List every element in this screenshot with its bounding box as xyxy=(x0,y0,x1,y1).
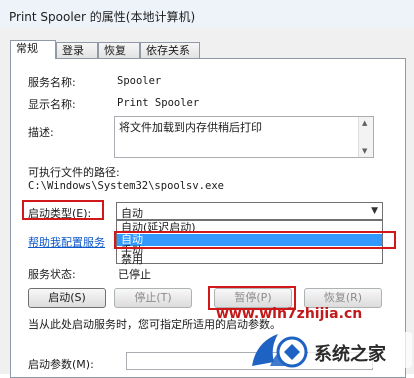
service-status-label: 服务状态: xyxy=(28,268,76,281)
exe-path-label: 可执行文件的路径: xyxy=(28,166,120,179)
description-box: 将文件加载到内存供稍后打印 ▲ ▼ xyxy=(114,116,374,158)
tab-dependencies[interactable]: 依存关系 xyxy=(140,42,200,58)
start-button-label: 启动(S) xyxy=(48,291,86,304)
resume-button-label: 恢复(R) xyxy=(323,291,363,304)
tab-logon-label: 登录 xyxy=(62,44,84,57)
option-disabled[interactable]: 禁用 xyxy=(117,254,382,266)
tab-general-label: 常规 xyxy=(16,42,38,55)
tab-logon[interactable]: 登录 xyxy=(56,42,98,58)
description-text: 将文件加载到内存供稍后打印 xyxy=(119,121,262,134)
description-label: 描述: xyxy=(28,126,54,139)
watermark-logo-text: 系统之家 xyxy=(314,344,386,365)
title-bar: Print Spooler 的属性(本地计算机) xyxy=(0,0,414,29)
tab-general[interactable]: 常规 xyxy=(10,40,56,59)
scroll-up-icon[interactable]: ▲ xyxy=(362,119,367,127)
service-status-value: 已停止 xyxy=(118,268,151,281)
stop-button-label: 停止(T) xyxy=(134,291,172,304)
tab-recovery-label: 恢复 xyxy=(104,44,126,57)
chevron-down-icon[interactable]: ▼ xyxy=(371,206,378,216)
service-name-value: Spooler xyxy=(117,75,162,87)
display-name-label: 显示名称: xyxy=(28,98,76,111)
scroll-down-icon[interactable]: ▼ xyxy=(362,147,367,155)
startup-type-value: 自动 xyxy=(121,207,143,220)
resume-button[interactable]: 恢复(R) xyxy=(304,288,382,308)
display-name-value: Print Spooler xyxy=(117,97,200,109)
stop-button[interactable]: 停止(T) xyxy=(114,288,192,308)
startup-type-select[interactable]: 自动 ▼ xyxy=(116,202,383,220)
annotation-box-auto-option xyxy=(114,231,396,249)
exe-path-value: C:\Windows\System32\spoolsv.exe xyxy=(28,180,224,192)
tab-recovery[interactable]: 恢复 xyxy=(98,42,140,58)
start-button[interactable]: 启动(S) xyxy=(28,288,106,308)
description-scrollbar[interactable]: ▲ ▼ xyxy=(358,117,373,157)
watermark-url: www.win7zhijia.cn xyxy=(216,306,363,322)
service-name-label: 服务名称: xyxy=(28,76,76,89)
annotation-box-startup-label xyxy=(22,200,104,220)
tab-dependencies-label: 依存关系 xyxy=(146,44,190,57)
window-title: Print Spooler 的属性(本地计算机) xyxy=(9,10,196,24)
start-params-label: 启动参数(M): xyxy=(28,358,94,371)
help-configure-link[interactable]: 帮助我配置服务 xyxy=(28,234,105,250)
